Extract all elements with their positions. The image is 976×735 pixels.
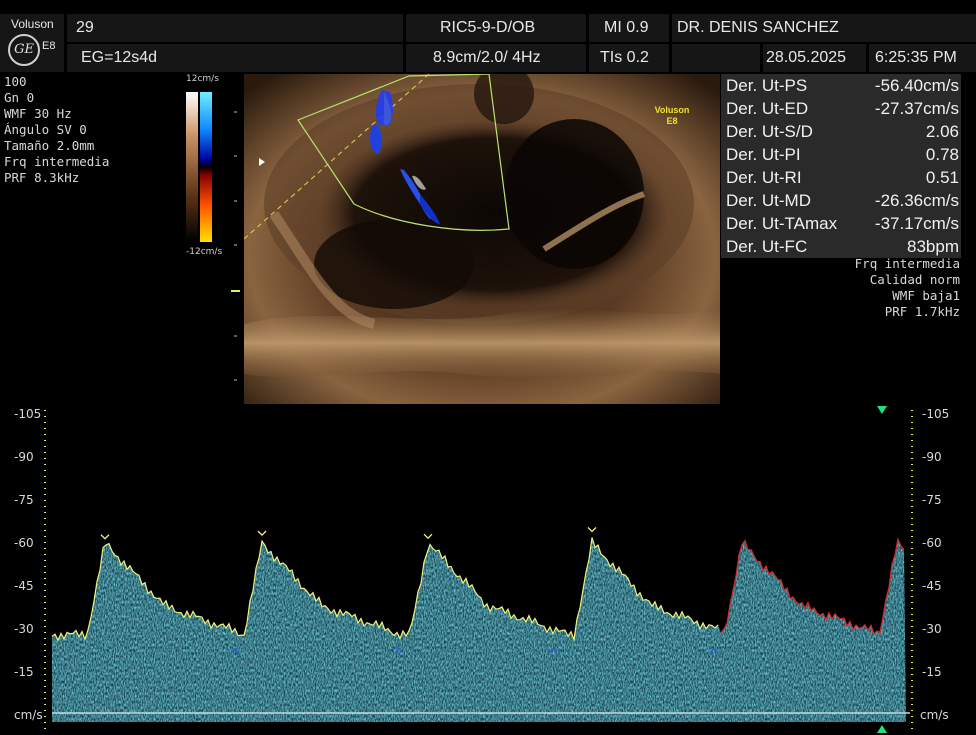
peak-systolic-marker xyxy=(257,530,267,537)
measurement-label: Der. Ut-MD xyxy=(726,191,811,210)
velocity-tick-label: -60 xyxy=(14,536,34,550)
color-bar xyxy=(186,92,212,242)
measurement-row: Der. Ut-MD -26.36cm/s xyxy=(721,189,961,212)
left-param-line: WMF 30 Hz xyxy=(4,106,72,121)
brand-label: Voluson xyxy=(11,17,54,31)
measurement-row: Der. Ut-ED -27.37cm/s xyxy=(721,97,961,120)
right-param-line: PRF 1.7kHz xyxy=(884,304,960,319)
colorbar-bottom-label: -12cm/s xyxy=(186,247,223,257)
baseline-bottom-arrow-icon xyxy=(877,725,887,733)
right-param-line: Calidad norm xyxy=(869,272,960,287)
velocity-tick-label: -45 xyxy=(922,579,942,593)
doctor-name: DR. DENIS SANCHEZ xyxy=(677,19,839,36)
tis-index: TIs 0.2 xyxy=(600,49,649,66)
peak-systolic-marker xyxy=(587,527,597,533)
left-param-line: Frq intermedia xyxy=(4,154,110,169)
velocity-tick-label: -15 xyxy=(922,665,942,679)
left-param-line: Tamaño 2.0mm xyxy=(4,138,95,153)
baseline-top-arrow-icon xyxy=(877,406,887,414)
patient-id: 29 xyxy=(76,19,94,36)
measurement-panel: Der. Ut-PS -56.40cm/s Der. Ut-ED -27.37cm/s… xyxy=(721,74,961,258)
measurement-label: Der. Ut-RI xyxy=(726,168,802,187)
left-param-line: Gn 0 xyxy=(4,90,35,105)
velocity-tick-label: -30 xyxy=(922,622,942,636)
mi-index: MI 0.9 xyxy=(604,19,649,36)
measurement-value: 0.78 xyxy=(925,145,959,164)
measurement-row: Der. Ut-S/D 2.06 xyxy=(721,120,961,143)
measurement-value: -27.37cm/s xyxy=(874,99,959,118)
measurement-label: Der. Ut-TAmax xyxy=(726,214,838,233)
left-param-line: PRF 8.3kHz xyxy=(4,170,80,185)
doppler-spectrum xyxy=(44,406,913,733)
measurement-label: Der. Ut-PI xyxy=(726,145,801,164)
depth-info: 8.9cm/2.0/ 4Hz xyxy=(433,49,541,66)
left-param-line: 100 xyxy=(4,74,27,89)
measurement-value: -26.36cm/s xyxy=(874,191,959,210)
colorbar-top-label: 12cm/s xyxy=(186,74,219,84)
ge-logo-icon: GE xyxy=(8,34,40,66)
velocity-tick-label: -105 xyxy=(922,407,950,421)
probe-name: RIC5-9-D/OB xyxy=(440,19,536,36)
peak-systolic-marker xyxy=(423,533,433,540)
right-param-line: Frq intermedia xyxy=(854,256,960,271)
velocity-tick-label: -75 xyxy=(14,493,34,507)
exam-time: 6:25:35 PM xyxy=(875,49,957,66)
measurement-label: Der. Ut-S/D xyxy=(726,122,813,141)
model-label: E8 xyxy=(42,40,56,52)
measurement-row: Der. Ut-FC 83bpm xyxy=(721,235,961,258)
measurement-value: -37.17cm/s xyxy=(874,214,959,233)
bmode-image: Voluson E8 xyxy=(244,74,720,404)
gestational-age: EG=12s4d xyxy=(81,49,158,66)
measurement-row: Der. Ut-TAmax -37.17cm/s xyxy=(721,212,961,235)
peak-systolic-marker xyxy=(100,534,110,540)
measurement-value: -56.40cm/s xyxy=(874,76,959,95)
right-param-line: WMF baja1 xyxy=(892,288,960,303)
velocity-tick-label: -15 xyxy=(14,665,34,679)
unit-label-right: cm/s xyxy=(920,708,949,722)
depth-ruler xyxy=(231,111,240,381)
measurement-value: 2.06 xyxy=(925,122,959,141)
measurement-row: Der. Ut-PS -56.40cm/s xyxy=(721,74,961,97)
watermark-model: E8 xyxy=(666,116,677,126)
exam-date: 28.05.2025 xyxy=(766,49,847,66)
measurement-value: 83bpm xyxy=(907,237,959,256)
measurement-label: Der. Ut-PS xyxy=(726,76,808,95)
velocity-tick-label: -75 xyxy=(922,493,942,507)
velocity-tick-label: -45 xyxy=(14,579,34,593)
blank-cell xyxy=(672,44,760,72)
left-parameter-list: 100 Gn 0 WMF 30 Hz Ángulo SV 0 Tamaño 2.0mm F… xyxy=(4,74,109,186)
patient-id-cell xyxy=(67,14,403,42)
velocity-tick-label: -90 xyxy=(922,450,942,464)
measurement-value: 0.51 xyxy=(925,168,959,187)
measurement-label: Der. Ut-ED xyxy=(726,99,809,118)
measurement-row: Der. Ut-RI 0.51 xyxy=(721,166,961,189)
velocity-tick-label: -90 xyxy=(14,450,34,464)
watermark-brand: Voluson xyxy=(655,105,690,115)
velocity-tick-label: -60 xyxy=(922,536,942,550)
right-parameter-list: Frq intermedia Calidad norm WMF baja1 PRF 1… xyxy=(790,256,960,320)
unit-label-left: cm/s xyxy=(14,708,43,722)
measurement-row: Der. Ut-PI 0.78 xyxy=(721,143,961,166)
left-param-line: Ángulo SV 0 xyxy=(4,122,87,137)
velocity-tick-label: -30 xyxy=(14,622,34,636)
velocity-tick-label: -105 xyxy=(14,407,42,421)
measurement-label: Der. Ut-FC xyxy=(726,237,808,256)
